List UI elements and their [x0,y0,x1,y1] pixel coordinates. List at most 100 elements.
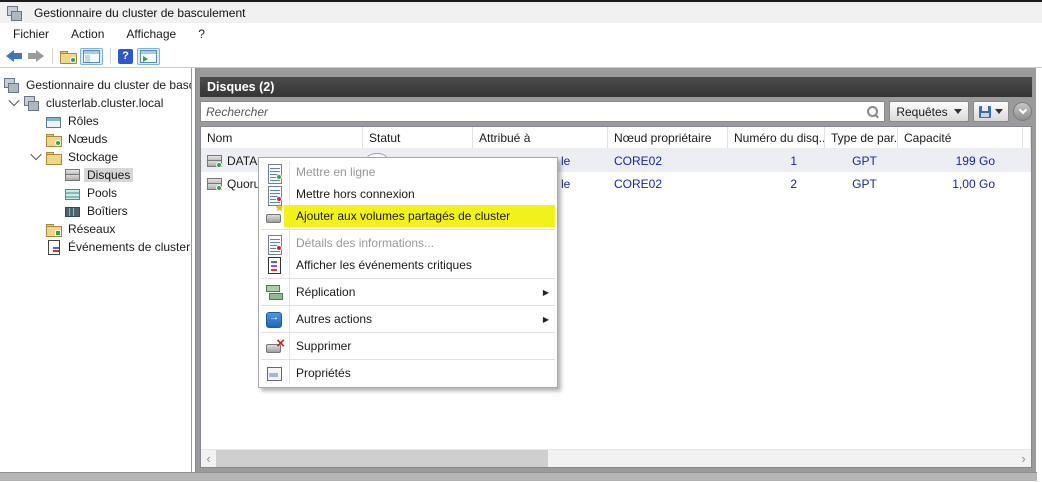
chevron-down-circle-icon [1018,106,1026,114]
column-header-type[interactable]: Type de par... [825,127,898,148]
tree-item-label: Boîtiers [84,204,131,218]
tree-item-label: Stockage [65,150,121,164]
title-bar: Gestionnaire du cluster de basculement [0,2,1042,23]
toolbar [0,45,1042,68]
forward-icon[interactable] [27,49,45,63]
disk-context-menu: Mettre en ligne Mettre hors connexion Aj… [258,157,558,388]
action-pane-icon [140,50,157,63]
back-icon[interactable] [5,49,23,63]
window-title: Gestionnaire du cluster de basculement [34,6,245,20]
take-offline-icon [266,186,282,202]
cell-capacity: 199 Go [898,149,1023,172]
column-header-noeud[interactable]: Nœud propriétaire [608,127,728,148]
enclosures-icon [65,207,80,217]
chevron-down-icon[interactable] [30,148,41,159]
bring-online-icon [266,164,282,180]
chevron-down-icon [995,109,1003,114]
column-header-nom[interactable]: Nom [201,127,363,148]
tree-item-pools[interactable]: Pools [0,184,191,202]
tree-item-root[interactable]: Gestionnaire du cluster de basc [0,76,191,94]
chevron-down-icon [954,109,962,114]
column-header-capacite[interactable]: Capacité [898,127,1023,148]
scroll-left-icon[interactable]: ‹ [201,450,216,467]
menu-separator [261,305,555,306]
menu-item-evenements-critiques[interactable]: Afficher les événements critiques [259,254,557,276]
menu-item-mettre-hors-connexion[interactable]: Mettre hors connexion [259,183,557,205]
search-input[interactable]: Rechercher [200,101,885,122]
menu-action[interactable]: Action [60,24,115,44]
other-actions-icon [266,311,282,327]
pane-title: Disques (2) [200,77,1032,97]
tree-item-boitiers[interactable]: Boîtiers [0,202,191,220]
tree-item-label: Rôles [65,114,102,128]
tree-item-label: Gestionnaire du cluster de basc [23,78,192,92]
table-header: Nom Statut Attribué à Nœud propriétaire … [201,127,1031,149]
search-icon [866,105,879,118]
menu-item-replication[interactable]: Réplication [259,281,557,303]
cell-partition-type: GPT [825,149,898,172]
roles-icon [46,117,61,128]
menu-item-ajouter-aux-csv[interactable]: Ajouter aux volumes partagés de cluster [259,205,557,227]
disk-icon [207,154,222,168]
cell-owner: CORE02 [608,149,728,172]
tree-item-roles[interactable]: Rôles [0,112,191,130]
scroll-right-icon[interactable]: › [1016,450,1031,467]
help-icon[interactable] [118,49,133,64]
tree-item-stockage[interactable]: Stockage [0,148,191,166]
menu-separator [261,332,555,333]
tree-item-reseaux[interactable]: Réseaux [0,220,191,238]
storage-folder-icon [46,150,61,164]
properties-icon [266,365,282,381]
show-action-pane-button[interactable] [137,48,160,65]
chevron-down-icon[interactable] [8,94,19,105]
menu-affichage[interactable]: Affichage [115,24,187,44]
menu-bar: Fichier Action Affichage ? [0,23,1042,45]
menu-item-supprimer[interactable]: Supprimer [259,335,557,357]
export-folder-icon[interactable] [60,50,76,63]
save-query-button[interactable] [973,101,1009,122]
toolbar-separator [110,48,111,64]
disk-icon [207,177,222,191]
tree-item-label: Disques [84,168,133,182]
column-header-attribue[interactable]: Attribué à [473,127,608,148]
show-console-tree-button[interactable] [80,48,103,65]
tree-item-cluster[interactable]: clusterlab.cluster.local [0,94,191,112]
queries-button[interactable]: Requêtes [889,101,969,122]
menu-separator [261,278,555,279]
tree-item-noeuds[interactable]: Nœuds [0,130,191,148]
console-tree-icon [83,50,100,63]
status-bar [0,472,1037,481]
toolbar-separator [52,48,53,64]
cluster-events-icon [46,240,61,254]
scrollbar-thumb[interactable] [216,450,548,467]
pane-title-text: Disques (2) [207,80,274,94]
menu-help[interactable]: ? [187,24,216,44]
cluster-icon [24,96,39,110]
replication-icon [266,284,282,300]
menu-fichier[interactable]: Fichier [2,24,60,44]
menu-item-details-informations[interactable]: Détails des informations... [259,232,557,254]
cell-partition-type: GPT [825,172,898,195]
menu-separator [261,359,555,360]
tree-item-evenements[interactable]: Événements de cluster [0,238,191,256]
menu-item-autres-actions[interactable]: Autres actions [259,308,557,330]
tree-item-label: Nœuds [65,132,110,146]
column-header-statut[interactable]: Statut [363,127,473,148]
tree-item-disques[interactable]: Disques [0,166,191,184]
search-placeholder: Rechercher [206,105,866,119]
critical-events-icon [266,257,282,273]
pools-icon [65,189,80,200]
menu-separator [261,229,555,230]
tree-item-label: Réseaux [65,222,118,236]
expand-button[interactable] [1013,102,1032,121]
column-header-numero[interactable]: Numéro du disq... [728,127,825,148]
column-header-role[interactable]: Rôl [1023,127,1031,148]
queries-button-label: Requêtes [896,105,947,119]
app-window: Gestionnaire du cluster de basculement F… [0,0,1042,482]
save-icon [979,106,991,118]
menu-item-mettre-en-ligne[interactable]: Mettre en ligne [259,161,557,183]
cell-role [1023,149,1031,172]
tree-item-label: Pools [84,186,120,200]
menu-item-proprietes[interactable]: Propriétés [259,362,557,384]
horizontal-scrollbar[interactable]: ‹ › [201,449,1031,467]
